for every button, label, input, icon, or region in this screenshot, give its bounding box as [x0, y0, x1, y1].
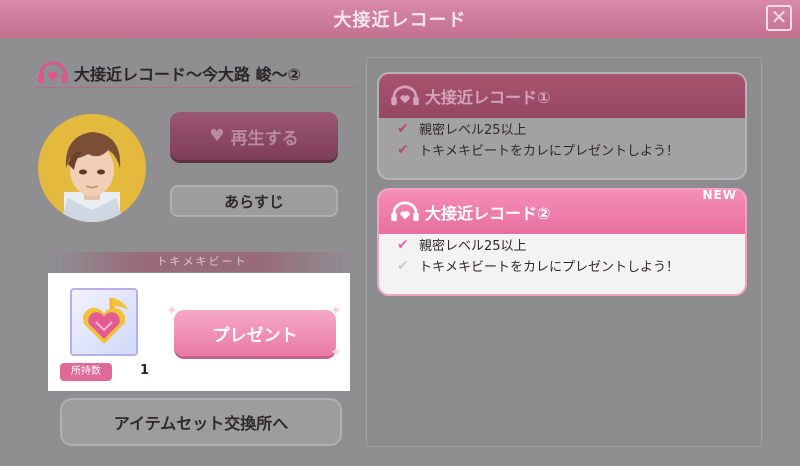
heart-icon: ♥ [209, 126, 225, 146]
owned-count: 1 [140, 363, 150, 378]
check-icon: ✔ [397, 120, 409, 137]
owned-count-badge: 所持数 [60, 363, 112, 381]
close-button[interactable]: ✕ [766, 5, 792, 31]
record-title: 大接近レコード～今大路 峻～② [74, 64, 302, 84]
dialog-title: 大接近レコード [333, 10, 467, 31]
tokimeki-section-label: トキメキビート [52, 252, 352, 272]
record-card-title: 大接近レコード① [425, 88, 551, 107]
condition-text: 親密レベル25以上 [419, 123, 527, 138]
play-button-label: 再生する [230, 128, 299, 149]
condition-text: トキメキビートをカレにプレゼントしよう！ [419, 260, 680, 275]
play-button[interactable]: ♥ 再生する [170, 112, 338, 160]
condition-text: 親密レベル25以上 [419, 239, 527, 254]
character-avatar [38, 114, 146, 222]
close-icon: ✕ [770, 5, 788, 29]
sparkle-icon: ✦ [330, 345, 342, 361]
record-card-1[interactable]: 大接近レコード① ✔ 親密レベル25以上 ✔ トキメキビートをカレにプレゼントし… [377, 72, 747, 180]
present-panel: 所持数 1 プレゼント ✦ ✦ ✦ [48, 273, 350, 391]
condition-item: ✔ 親密レベル25以上 [379, 118, 745, 139]
present-button-label: プレゼント [212, 325, 298, 346]
record-card-header: 大接近レコード② NEW [379, 190, 745, 234]
synopsis-button[interactable]: あらすじ [170, 185, 338, 217]
headphone-heart-icon [38, 61, 68, 83]
headphone-heart-icon [391, 85, 419, 106]
synopsis-button-label: あらすじ [224, 192, 284, 211]
tokimeki-beat-item [70, 288, 138, 356]
character-portrait [60, 132, 124, 222]
item-exchange-button[interactable]: アイテムセット交換所へ [60, 398, 342, 446]
record-card-title: 大接近レコード② [425, 204, 551, 223]
condition-item: ✔ 親密レベル25以上 [379, 234, 745, 255]
music-heart-gem-icon [82, 298, 128, 344]
check-icon: ✔ [397, 257, 409, 274]
check-icon: ✔ [397, 236, 409, 253]
item-exchange-button-label: アイテムセット交換所へ [113, 414, 289, 433]
check-icon: ✔ [397, 141, 409, 158]
record-card-2[interactable]: 大接近レコード② NEW ✔ 親密レベル25以上 ✔ トキメキビートをカレにプレ… [377, 188, 747, 296]
new-badge: NEW [702, 188, 737, 202]
dialog-title-bar: 大接近レコード ✕ [0, 0, 800, 38]
headphone-heart-icon [391, 201, 419, 222]
sparkle-icon: ✦ [330, 303, 342, 319]
condition-text: トキメキビートをカレにプレゼントしよう！ [419, 144, 680, 159]
condition-item: ✔ トキメキビートをカレにプレゼントしよう！ [379, 255, 745, 276]
record-card-header: 大接近レコード① [379, 74, 745, 118]
present-button[interactable]: プレゼント [174, 310, 336, 356]
condition-item: ✔ トキメキビートをカレにプレゼントしよう！ [379, 139, 745, 160]
record-header: 大接近レコード～今大路 峻～② [36, 58, 356, 88]
sparkle-icon: ✦ [166, 303, 178, 319]
